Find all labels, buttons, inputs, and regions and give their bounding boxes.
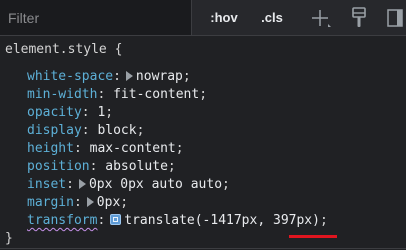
property-name[interactable]: white-space	[27, 69, 113, 84]
property-value[interactable]: fit-content	[113, 87, 199, 102]
property-value[interactable]: 0px 0px auto auto	[89, 177, 222, 192]
property-value[interactable]: max-content	[90, 141, 176, 156]
hov-button[interactable]: :hov	[204, 0, 244, 35]
close-brace: }	[5, 231, 13, 246]
property-name[interactable]: position	[27, 159, 90, 174]
cls-button[interactable]: .cls	[252, 0, 292, 35]
property-value[interactable]: 0px	[97, 195, 120, 210]
property-value-part2[interactable]: )	[312, 213, 320, 228]
property-name[interactable]: display	[27, 123, 82, 138]
rule-selector[interactable]: element.style	[5, 42, 107, 57]
property-value[interactable]: absolute	[105, 159, 168, 174]
filter-box[interactable]	[0, 0, 192, 35]
declaration-position[interactable]: position: absolute;	[27, 158, 176, 176]
plus-icon[interactable]	[308, 6, 332, 30]
property-value-part1[interactable]: translate(-1417px,	[124, 213, 273, 228]
declaration-display[interactable]: display: block;	[27, 122, 144, 140]
property-name[interactable]: transform	[27, 213, 97, 228]
rule-separator	[0, 248, 406, 249]
property-name[interactable]: height	[27, 141, 74, 156]
declaration-opacity[interactable]: opacity: 1;	[27, 104, 113, 122]
property-name[interactable]: inset	[27, 177, 66, 192]
property-value[interactable]: block	[97, 123, 136, 138]
property-name[interactable]: min-width	[27, 87, 97, 102]
styles-toolbar: :hov .cls	[0, 0, 406, 36]
rule-selector-line: element.style {	[5, 41, 122, 59]
transform-editor-icon[interactable]	[110, 214, 122, 225]
declaration-white-space[interactable]: white-space: nowrap;	[27, 68, 191, 86]
toggle-sidebar-icon[interactable]	[387, 9, 403, 27]
expand-triangle-icon[interactable]	[125, 71, 133, 81]
declaration-inset[interactable]: inset: 0px 0px auto auto;	[27, 176, 230, 194]
open-brace: {	[114, 42, 123, 57]
property-value-highlight[interactable]: 397px	[273, 213, 312, 228]
declaration-height[interactable]: height: max-content;	[27, 140, 184, 158]
property-name[interactable]: opacity	[27, 105, 82, 120]
filter-input[interactable]	[0, 0, 191, 35]
declaration-transform[interactable]: transform: translate(-1417px, 397px);	[27, 212, 328, 230]
property-name[interactable]: margin	[27, 195, 74, 210]
styles-pane: element.style { white-space: nowrap; min-…	[0, 36, 406, 250]
paint-brush-icon[interactable]	[350, 7, 368, 29]
declaration-min-width[interactable]: min-width: fit-content;	[27, 86, 207, 104]
property-value[interactable]: nowrap	[136, 69, 183, 84]
highlight-underline	[289, 235, 337, 238]
expand-triangle-icon[interactable]	[78, 179, 86, 189]
expand-triangle-icon[interactable]	[86, 197, 94, 207]
declaration-margin[interactable]: margin: 0px;	[27, 194, 128, 212]
